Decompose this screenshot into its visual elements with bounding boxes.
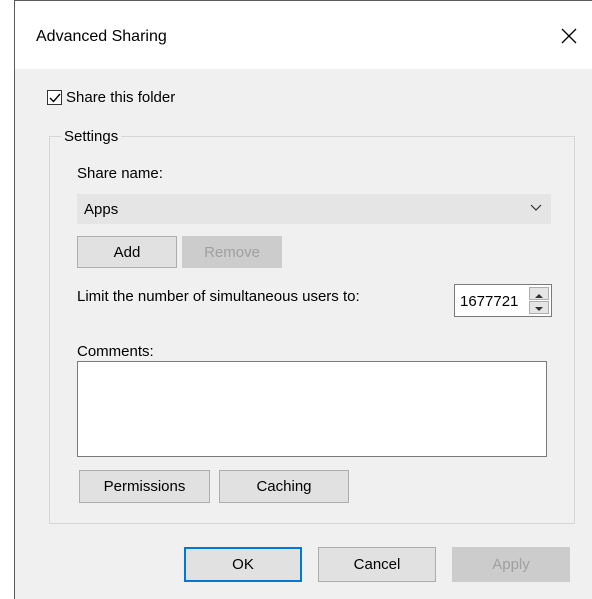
comments-label: Comments: [77,343,154,360]
title-bar: Advanced Sharing [15,1,592,69]
chevron-down-icon [530,204,542,211]
dialog-title: Advanced Sharing [36,28,167,45]
spin-up-icon [535,294,543,298]
settings-legend: Settings [61,128,122,145]
ok-button[interactable]: OK [184,547,302,582]
spin-down-icon [535,307,543,311]
share-folder-label: Share this folder [66,89,176,106]
cancel-button[interactable]: Cancel [318,547,436,582]
share-name-value: Apps [84,201,119,218]
user-limit-value: 16777216 [460,293,518,310]
remove-button[interactable]: Remove [182,236,282,268]
comments-textarea[interactable] [77,361,547,457]
share-folder-checkbox-row[interactable]: Share this folder [47,89,175,106]
spin-up-button[interactable] [529,287,549,300]
add-button[interactable]: Add [77,236,177,268]
permissions-button[interactable]: Permissions [79,470,210,503]
spin-buttons [529,287,549,314]
spin-down-button[interactable] [529,301,549,314]
caching-button[interactable]: Caching [219,470,349,503]
share-name-dropdown[interactable]: Apps [77,194,551,224]
user-limit-spinbox[interactable]: 16777216 [454,284,552,317]
apply-button[interactable]: Apply [452,547,570,582]
share-name-label: Share name: [77,165,163,182]
check-icon [49,93,61,103]
close-icon[interactable] [554,21,584,51]
limit-users-label: Limit the number of simultaneous users t… [77,288,360,305]
share-folder-checkbox[interactable] [47,90,62,105]
